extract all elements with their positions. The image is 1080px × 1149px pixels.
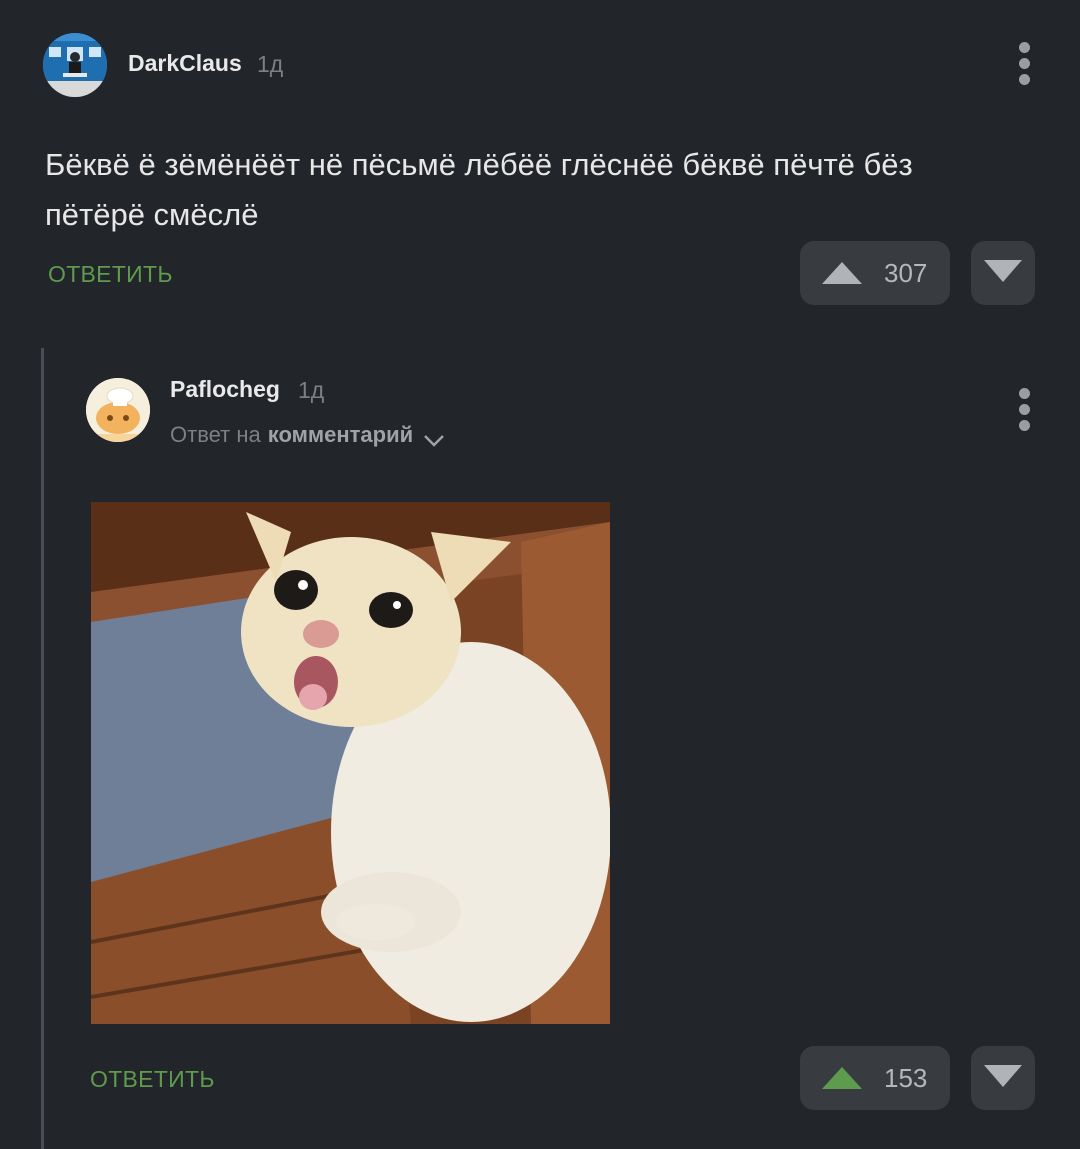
vote-panel: 153 <box>800 1046 950 1110</box>
chevron-down-icon <box>423 428 445 447</box>
timestamp: 1д <box>257 51 284 77</box>
rating-count: 307 <box>884 257 928 288</box>
reply-to-prefix: Ответ на <box>170 422 261 447</box>
downvote-icon <box>984 259 1022 287</box>
reply-to-target: комментарий <box>267 422 414 447</box>
comment-image[interactable] <box>91 502 610 1024</box>
rating-count: 153 <box>884 1062 928 1093</box>
vote-panel: 307 <box>800 241 950 305</box>
reply-button[interactable]: ОТВЕТИТЬ <box>48 261 173 288</box>
reply-button[interactable]: ОТВЕТИТЬ <box>90 1066 215 1093</box>
downvote-button[interactable] <box>971 1046 1035 1110</box>
avatar[interactable] <box>86 378 150 442</box>
upvote-icon[interactable] <box>822 1067 862 1089</box>
more-options-icon[interactable] <box>1019 42 1031 86</box>
reply-to-link[interactable]: Ответ на комментарий <box>170 422 445 448</box>
downvote-button[interactable] <box>971 241 1035 305</box>
timestamp: 1д <box>298 377 325 403</box>
username[interactable]: Paflocheg <box>170 376 280 403</box>
avatar[interactable] <box>43 33 107 97</box>
upvote-icon[interactable] <box>822 262 862 284</box>
downvote-icon <box>984 1064 1022 1092</box>
username[interactable]: DarkClaus <box>128 50 242 77</box>
thread-line <box>41 348 44 1149</box>
comment-text: Бёквё ё зёмёнёёт нё пёсьмё лёбёё глёснёё… <box>45 147 913 232</box>
more-options-icon[interactable] <box>1019 388 1031 432</box>
